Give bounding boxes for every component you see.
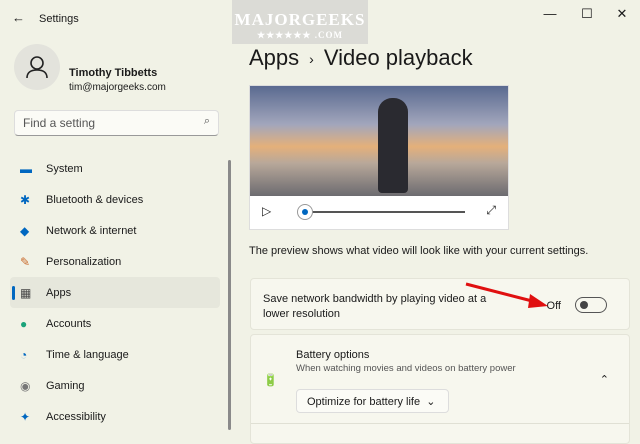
seek-bar[interactable] [305,211,465,213]
sidebar-item-accounts[interactable]: ● Accounts [10,308,220,339]
accessibility-icon: ✦ [20,409,31,424]
sidebar-item-accessibility[interactable]: ✦ Accessibility [10,401,220,432]
user-name: Timothy Tibbetts [69,67,158,79]
close-button[interactable]: ✕ [607,6,637,22]
breadcrumb-apps[interactable]: Apps [249,45,299,70]
video-preview: ▷ ⤢ [249,85,509,230]
play-icon[interactable]: ▷ [262,204,271,218]
user-icon [26,56,48,79]
sidebar-item-bluetooth[interactable]: ✱ Bluetooth & devices [10,184,220,215]
user-email: tim@majorgeeks.com [69,82,166,93]
sidebar-item-label: Gaming [46,379,85,392]
sidebar-item-apps[interactable]: ▦ Apps [10,277,220,308]
page-title: Video playback [323,45,473,70]
sidebar-item-label: Network & internet [46,224,137,237]
sidebar-item-time-language[interactable]: ◔ Time & language [10,339,220,370]
clock-globe-icon: ◔ [20,347,28,362]
gamepad-icon: ◉ [20,378,31,393]
brush-icon: ✎ [20,254,31,269]
sidebar-item-label: Bluetooth & devices [46,193,144,206]
sidebar-item-gaming[interactable]: ◉ Gaming [10,370,220,401]
video-controls: ▷ ⤢ [250,196,508,229]
sidebar-nav: ▬ System ✱ Bluetooth & devices ◆ Network & … [10,153,220,432]
bandwidth-setting: Save network bandwidth by playing video … [250,278,630,330]
back-button[interactable]: ← [12,10,25,25]
battery-title: Battery options [296,349,370,361]
watermark-text: MAJORGEEKS [234,10,366,29]
system-icon: ▬ [20,161,32,176]
sidebar-item-label: Apps [46,286,72,299]
sidebar-item-label: Time & language [46,348,129,361]
chevron-down-icon: ⌄ [426,396,436,408]
bandwidth-toggle[interactable] [575,297,607,313]
video-person [378,98,408,193]
sidebar-item-label: Accessibility [46,410,106,423]
video-frame [250,86,508,196]
sidebar-item-label: Accounts [46,317,92,330]
sidebar-scrollbar[interactable] [228,160,231,430]
watermark-subtext: ★★★★★★ .COM [257,30,343,40]
watermark-logo: MAJORGEEKS ★★★★★★ .COM [232,0,368,44]
sidebar-item-label: Personalization [46,255,122,268]
wifi-icon: ◆ [20,223,30,238]
apps-icon: ▦ [20,285,32,300]
seek-thumb[interactable] [297,204,313,220]
maximize-button[interactable]: ☐ [572,6,602,22]
battery-icon: 🔋 [263,373,278,387]
chevron-up-icon[interactable]: ⌃ [600,373,609,386]
search-input[interactable]: Find a setting ⌕ [14,110,219,136]
bluetooth-icon: ✱ [20,192,31,207]
breadcrumb: Apps › Video playback [249,45,473,71]
sidebar-item-personalization[interactable]: ✎ Personalization [10,246,220,277]
divider [251,423,629,424]
accounts-icon: ● [20,316,28,331]
battery-dropdown[interactable]: Optimize for battery life ⌄ [296,389,449,413]
app-title: Settings [39,13,79,25]
dropdown-value: Optimize for battery life [307,396,421,408]
sidebar-item-label: System [46,162,83,175]
avatar[interactable] [14,44,60,90]
chevron-right-icon: › [309,51,314,68]
sidebar-item-system[interactable]: ▬ System [10,153,220,184]
preview-description: The preview shows what video will look l… [249,245,589,257]
search-icon[interactable]: ⌕ [204,115,210,128]
minimize-button[interactable]: — [535,6,565,21]
sidebar-item-network[interactable]: ◆ Network & internet [10,215,220,246]
search-placeholder: Find a setting [23,116,96,130]
fullscreen-icon[interactable]: ⤢ [486,203,496,218]
battery-options-card: 🔋 Battery options When watching movies a… [250,334,630,444]
battery-subtitle: When watching movies and videos on batte… [296,363,516,374]
red-arrow-annotation [465,282,548,308]
